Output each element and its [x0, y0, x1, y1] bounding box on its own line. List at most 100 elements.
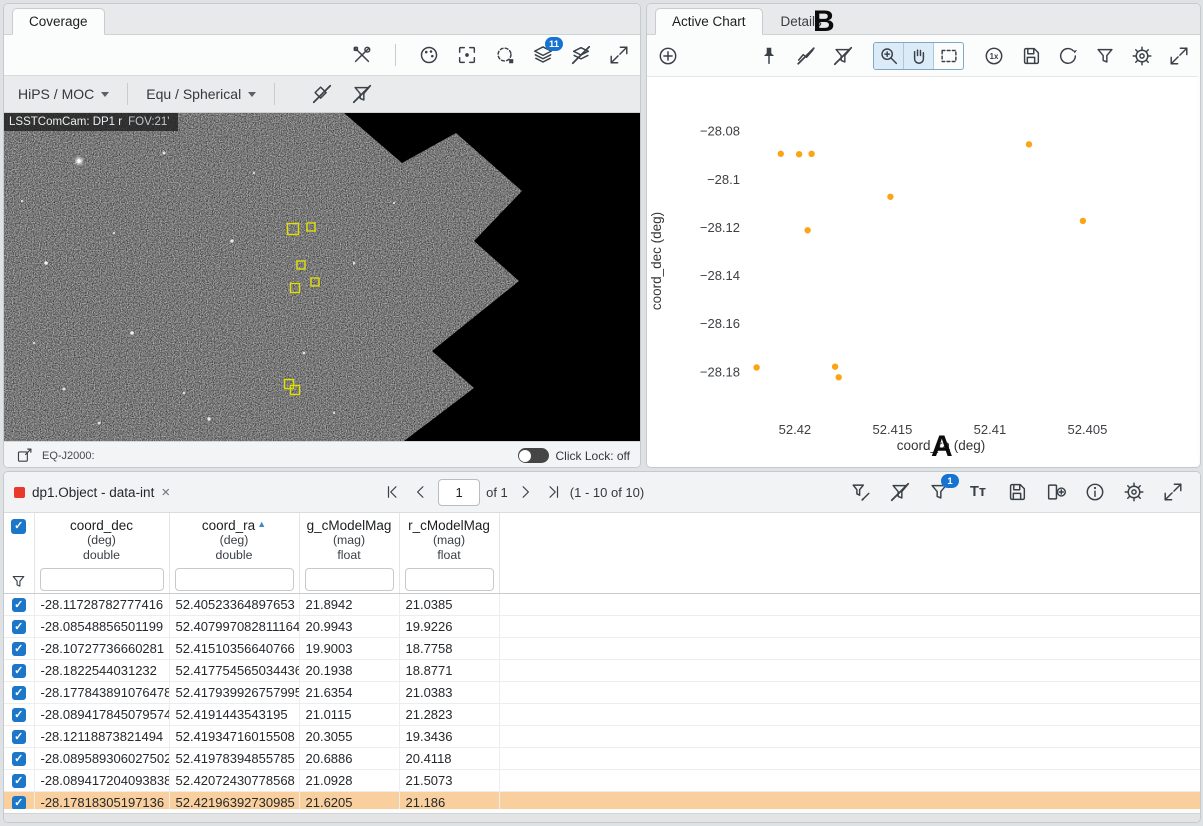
scatter-point[interactable]: [831, 363, 839, 370]
scatter-point[interactable]: [753, 364, 760, 371]
scatter-point[interactable]: [795, 151, 803, 158]
row-checkbox[interactable]: [11, 752, 26, 767]
layers-icon[interactable]: 11: [530, 37, 563, 68]
table-row[interactable]: -28.08941720409383852.4207243077856821.0…: [4, 769, 1200, 792]
next-page-icon[interactable]: [514, 481, 536, 503]
table-cell[interactable]: 21.186: [399, 791, 500, 809]
table-cell[interactable]: -28.089417204093838: [34, 769, 170, 792]
scatter-points[interactable]: [753, 141, 1087, 381]
table-cell[interactable]: 52.40523364897653: [169, 593, 300, 616]
scatter-plot[interactable]: coord_dec (deg) coord_ra (deg) −28.08−28…: [647, 77, 1198, 466]
table-cell[interactable]: 52.42196392730985: [169, 791, 300, 809]
tab-details[interactable]: Details: [765, 9, 838, 34]
filter-off-icon[interactable]: [349, 81, 375, 107]
table-cell[interactable]: 21.0385: [399, 593, 500, 616]
table-cell[interactable]: 21.0928: [299, 769, 400, 792]
scatter-point[interactable]: [808, 150, 815, 157]
table-cell[interactable]: 21.0115: [299, 703, 400, 726]
table-cell[interactable]: -28.17818305197136: [34, 791, 170, 809]
table-cell[interactable]: 52.41510356640766: [169, 637, 300, 660]
zoom-icon[interactable]: [874, 42, 903, 69]
row-checkbox[interactable]: [11, 708, 26, 723]
gear-icon[interactable]: [1121, 479, 1147, 505]
sky-image-viewer[interactable]: LSSTComCam: DP1 r FOV:21': [4, 113, 640, 441]
table-cell[interactable]: 21.8942: [299, 593, 400, 616]
scatter-point[interactable]: [835, 374, 842, 381]
table-cell[interactable]: 21.5073: [399, 769, 500, 792]
column-header-coord-ra[interactable]: coord_ra ▲ (deg) double: [169, 513, 300, 594]
table-cell[interactable]: -28.08548856501199: [34, 615, 170, 638]
table-row[interactable]: -28.08958930602750252.4197839485578520.6…: [4, 747, 1200, 770]
table-cell[interactable]: 20.9943: [299, 615, 400, 638]
first-page-icon[interactable]: [382, 481, 404, 503]
table-cell[interactable]: -28.12118873821494: [34, 725, 170, 748]
table-cell[interactable]: -28.10727736660281: [34, 637, 170, 660]
box-select-icon[interactable]: [933, 42, 963, 69]
chart-filter-icon[interactable]: [1092, 43, 1118, 69]
table-cell[interactable]: 21.2823: [399, 703, 500, 726]
table-cell[interactable]: 52.417754565034436: [169, 659, 300, 682]
select-region-icon[interactable]: [492, 42, 518, 68]
table-cell[interactable]: -28.1822544031232: [34, 659, 170, 682]
row-checkbox[interactable]: [11, 774, 26, 789]
table-row[interactable]: -28.17784389107647852.41793992675799521.…: [4, 681, 1200, 704]
table-row[interactable]: -28.0854885650119952.40799708281116420.9…: [4, 615, 1200, 638]
table-row[interactable]: -28.1072773666028152.4151035664076619.90…: [4, 637, 1200, 660]
table-row[interactable]: -28.08941784507957452.419144354319521.01…: [4, 703, 1200, 726]
add-chart-icon[interactable]: [655, 43, 681, 69]
expand-icon[interactable]: [1160, 479, 1186, 505]
row-checkbox[interactable]: [11, 796, 26, 809]
column-header-r-cmodelmag[interactable]: r_cModelMag (mag) float: [399, 513, 500, 594]
table-cell[interactable]: 52.41934716015508: [169, 725, 300, 748]
horizontal-scrollbar[interactable]: [4, 813, 1200, 822]
text-view-icon[interactable]: Tт: [965, 479, 991, 505]
pan-hand-icon[interactable]: [903, 42, 933, 69]
chart-overlay-off-icon[interactable]: [793, 43, 819, 69]
table-cell[interactable]: 18.8771: [399, 659, 500, 682]
recenter-icon[interactable]: [454, 42, 480, 68]
prev-page-icon[interactable]: [410, 481, 432, 503]
overlays-off-icon[interactable]: [309, 81, 335, 107]
row-checkbox[interactable]: [11, 620, 26, 635]
table-cell[interactable]: 20.1938: [299, 659, 400, 682]
table-cell[interactable]: 52.407997082811164: [169, 615, 300, 638]
row-checkbox[interactable]: [11, 598, 26, 613]
chart-filter-off-icon[interactable]: [830, 43, 856, 69]
select-all-checkbox[interactable]: [11, 519, 27, 534]
save-chart-icon[interactable]: [1018, 43, 1044, 69]
row-checkbox[interactable]: [11, 730, 26, 745]
table-cell[interactable]: 20.6886: [299, 747, 400, 770]
scatter-point[interactable]: [804, 227, 811, 234]
filter-input-coord-dec[interactable]: [39, 568, 164, 591]
table-cell[interactable]: -28.089417845079574: [34, 703, 170, 726]
save-table-icon[interactable]: [1004, 479, 1030, 505]
table-cell[interactable]: 21.0383: [399, 681, 500, 704]
filter-input-r-cmodelmag[interactable]: [404, 568, 494, 591]
open-in-new-icon[interactable]: [14, 446, 34, 466]
layers-off-icon[interactable]: [568, 42, 594, 68]
table-row[interactable]: -28.182254403123252.41775456503443620.19…: [4, 659, 1200, 682]
expand-icon[interactable]: [606, 42, 632, 68]
table-cell[interactable]: 19.9226: [399, 615, 500, 638]
page-number-input[interactable]: [438, 478, 481, 506]
pin-chart-icon[interactable]: [756, 43, 782, 69]
last-page-icon[interactable]: [542, 481, 564, 503]
table-row[interactable]: -28.1211887382149452.4193471601550820.30…: [4, 725, 1200, 748]
table-cell[interactable]: 18.7758: [399, 637, 500, 660]
filter-edit-icon[interactable]: [848, 479, 874, 505]
table-cell[interactable]: 20.4118: [399, 747, 500, 770]
table-cell[interactable]: -28.089589306027502: [34, 747, 170, 770]
gear-icon[interactable]: [1129, 43, 1155, 69]
click-lock-toggle[interactable]: [517, 448, 549, 463]
hips-moc-dropdown[interactable]: HiPS / MOC: [8, 86, 119, 102]
table-cell[interactable]: 21.6205: [299, 791, 400, 809]
add-column-icon[interactable]: [1043, 479, 1069, 505]
row-checkbox[interactable]: [11, 686, 26, 701]
table-cell[interactable]: -28.11728782777416: [34, 593, 170, 616]
scatter-point[interactable]: [887, 193, 894, 200]
coord-system-dropdown[interactable]: Equ / Spherical: [136, 86, 266, 102]
table-cell[interactable]: 52.417939926757995: [169, 681, 300, 704]
close-table-icon[interactable]: ×: [161, 484, 170, 501]
filter-input-coord-ra[interactable]: [174, 568, 294, 591]
row-checkbox[interactable]: [11, 664, 26, 679]
